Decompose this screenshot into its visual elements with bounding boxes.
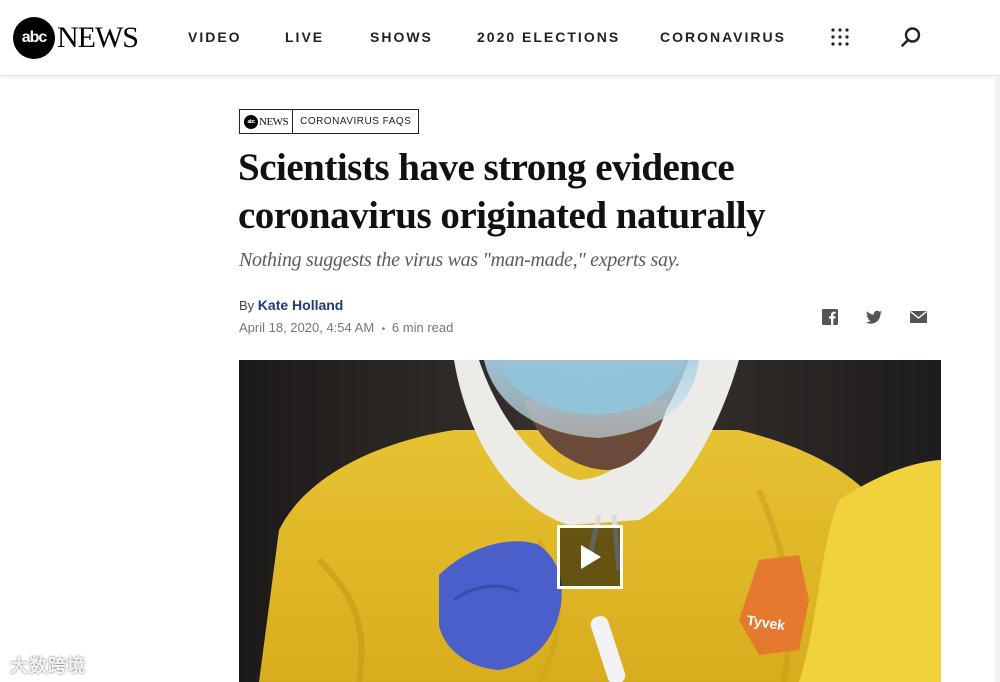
headline-line-1: Scientists have strong evidence [238,146,735,189]
facebook-icon[interactable] [821,308,839,326]
dot-separator: • [381,324,386,335]
watermark-text: 大数跨境 [10,656,86,676]
healthcare-worker-photo: Tyvek [239,360,941,682]
nav-live[interactable]: LIVE [285,29,324,45]
byline: By Kate Holland [239,297,343,313]
badge-logo: abc NEWS [240,110,294,133]
author-link[interactable]: Kate Holland [258,297,344,313]
nav-shows[interactable]: SHOWS [370,29,433,45]
nav-2020-elections[interactable]: 2020 ELECTIONS [477,29,620,45]
logo-circle: abc [13,17,55,59]
read-time: 6 min read [391,320,454,335]
article-headline: Scientists have strong evidence coronavi… [238,144,858,240]
article-subheadline: Nothing suggests the virus was "man-made… [239,249,680,271]
dateline: April 18, 2020, 4:54 AM • 6 min read [239,320,453,335]
byline-prefix: By [239,298,255,313]
headline-line-2: coronavirus originated naturally [238,194,766,237]
video-play-button[interactable] [557,525,623,589]
twitter-icon[interactable] [865,308,883,326]
search-icon[interactable] [900,26,922,48]
section-badge: abc NEWS CORONAVIRUS FAQS [239,109,420,134]
hero-video-thumbnail[interactable]: Tyvek [239,360,941,682]
grid-menu-icon[interactable] [830,27,850,47]
email-icon[interactable] [909,308,928,326]
nav-video[interactable]: VIDEO [188,29,242,45]
video-play-icon [581,545,601,569]
badge-logo-circle: abc [244,114,258,129]
abc-news-logo[interactable]: abc NEWS [13,17,139,59]
nav-coronavirus[interactable]: CORONAVIRUS [660,29,786,45]
page-scrollbar[interactable] [995,76,1000,682]
badge-logo-word: NEWS [259,115,289,128]
publish-date: April 18, 2020, 4:54 AM [239,320,375,335]
top-navigation-bar: abc NEWS VIDEO LIVE SHOWS 2020 ELECTIONS… [0,0,1000,76]
logo-wordmark: NEWS [57,21,139,54]
badge-section-link[interactable]: CORONAVIRUS FAQS [293,110,418,133]
